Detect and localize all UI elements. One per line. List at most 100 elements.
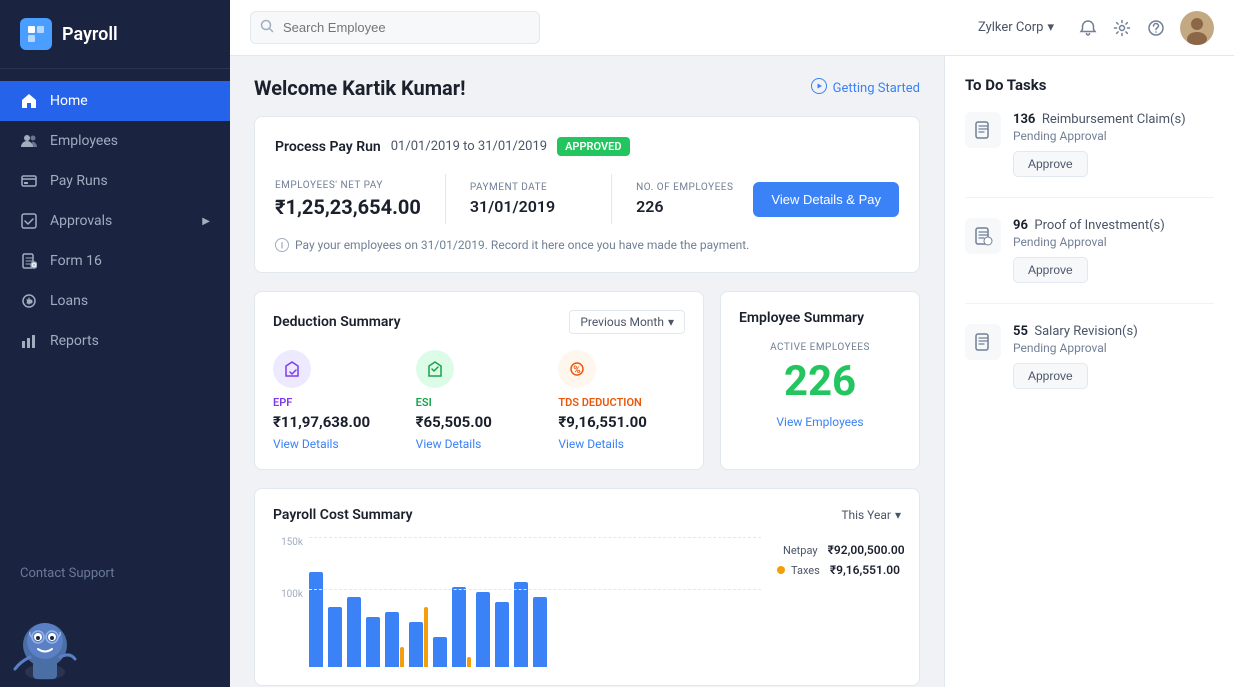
- bar-netpay-9: [495, 602, 509, 667]
- sidebar-item-approvals[interactable]: Approvals ▶: [0, 201, 230, 241]
- bar-netpay-0: [309, 572, 323, 667]
- settings-icon[interactable]: [1112, 18, 1132, 38]
- todo-item-salary: 55 Salary Revision(s) Pending Approval A…: [965, 324, 1214, 409]
- sidebar-item-home-label: Home: [50, 93, 88, 109]
- deduction-header: Deduction Summary Previous Month ▾: [273, 310, 685, 334]
- deduction-card: Deduction Summary Previous Month ▾ EP: [254, 291, 704, 470]
- main-area: Zylker Corp ▾ Welcome Kartik Kumar!: [230, 0, 1234, 687]
- tds-label: TDS DEDUCTION: [558, 396, 685, 409]
- payrun-dates: 01/01/2019 to 31/01/2019: [391, 139, 547, 154]
- contact-support[interactable]: Contact Support: [0, 550, 230, 597]
- active-employees-label: ACTIVE EMPLOYEES: [739, 342, 901, 353]
- reimbursement-icon: [965, 112, 1001, 148]
- investment-sub: Pending Approval: [1013, 235, 1214, 249]
- investment-approve-button[interactable]: Approve: [1013, 257, 1088, 283]
- reimbursement-approve-button[interactable]: Approve: [1013, 151, 1088, 177]
- payruns-icon: [20, 172, 38, 190]
- search-container: [250, 11, 540, 44]
- year-selector[interactable]: This Year ▾: [841, 508, 901, 522]
- bar-group-4: [385, 612, 404, 667]
- payrun-net-pay: EMPLOYEES' NET PAY ₹1,25,23,654.00: [275, 180, 421, 219]
- todo-text-reimbursement: 136 Reimbursement Claim(s): [1013, 112, 1214, 127]
- netpay-legend-label: Netpay: [783, 544, 818, 557]
- salary-count: 55: [1013, 324, 1028, 339]
- bar-netpay-7: [452, 587, 466, 667]
- epf-value: ₹11,97,638.00: [273, 413, 400, 431]
- avatar[interactable]: [1180, 11, 1214, 45]
- sidebar-item-home[interactable]: Home: [0, 81, 230, 121]
- bar-group-5: [409, 607, 428, 667]
- sidebar-item-payruns[interactable]: Pay Runs: [0, 161, 230, 201]
- app-title: Payroll: [62, 24, 118, 45]
- payrun-details: EMPLOYEES' NET PAY ₹1,25,23,654.00 PAYME…: [275, 174, 899, 224]
- sidebar-item-reports-label: Reports: [50, 333, 99, 349]
- epf-label: EPF: [273, 396, 400, 409]
- salary-approve-button[interactable]: Approve: [1013, 363, 1088, 389]
- payrun-payment-date: PAYMENT DATE 31/01/2019: [470, 182, 587, 216]
- esi-view-details-link[interactable]: View Details: [416, 437, 543, 451]
- bar-group-1: [328, 607, 342, 667]
- cost-header: Payroll Cost Summary This Year ▾: [273, 507, 901, 523]
- loans-icon: [20, 292, 38, 310]
- tds-view-details-link[interactable]: View Details: [558, 437, 685, 451]
- employees-icon: [20, 132, 38, 150]
- legend-taxes: Taxes ₹9,16,551.00: [777, 563, 901, 577]
- reimbursement-sub: Pending Approval: [1013, 129, 1214, 143]
- net-pay-value: ₹1,25,23,654.00: [275, 195, 421, 219]
- sidebar: Payroll Home Employees Pay Runs Approval…: [0, 0, 230, 687]
- search-input[interactable]: [250, 11, 540, 44]
- bar-netpay-3: [366, 617, 380, 667]
- cost-chart: 150k 100k: [273, 537, 901, 667]
- bar-group-3: [366, 617, 380, 667]
- epf-icon-wrap: [273, 350, 311, 388]
- month-selector[interactable]: Previous Month ▾: [569, 310, 685, 334]
- epf-view-details-link[interactable]: View Details: [273, 437, 400, 451]
- content: Welcome Kartik Kumar! Getting Started Pr…: [230, 56, 1234, 687]
- view-details-pay-button[interactable]: View Details & Pay: [753, 182, 899, 217]
- company-selector[interactable]: Zylker Corp ▾: [978, 20, 1054, 35]
- todo-title: To Do Tasks: [965, 76, 1214, 94]
- topbar-icons: [1078, 11, 1214, 45]
- sidebar-item-employees-label: Employees: [50, 133, 118, 149]
- reimbursement-count: 136: [1013, 112, 1035, 127]
- chart-bars-area: [309, 537, 761, 667]
- legend-netpay: Netpay ₹92,00,500.00: [777, 543, 901, 557]
- salary-sub: Pending Approval: [1013, 341, 1214, 355]
- notification-icon[interactable]: [1078, 18, 1098, 38]
- chevron-down-icon: ▾: [668, 315, 674, 329]
- sidebar-item-form16[interactable]: Form 16: [0, 241, 230, 281]
- bar-netpay-6: [433, 637, 447, 667]
- bar-netpay-8: [476, 592, 490, 667]
- help-icon[interactable]: [1146, 18, 1166, 38]
- taxes-legend-dot: [777, 566, 785, 574]
- investment-label: Proof of Investment(s): [1034, 218, 1164, 233]
- payrun-card: Process Pay Run 01/01/2019 to 31/01/2019…: [254, 116, 920, 273]
- approvals-icon: [20, 212, 38, 230]
- bar-taxes-4: [400, 647, 404, 667]
- payroll-cost-card: Payroll Cost Summary This Year ▾ 150k 10…: [254, 488, 920, 686]
- bar-netpay-11: [533, 597, 547, 667]
- payment-date-label: PAYMENT DATE: [470, 182, 587, 193]
- topbar: Zylker Corp ▾: [230, 0, 1234, 56]
- company-name: Zylker Corp: [978, 20, 1044, 35]
- salary-label: Salary Revision(s): [1034, 324, 1137, 339]
- grid-label-100k: 100k: [281, 589, 303, 600]
- getting-started-link[interactable]: Getting Started: [811, 78, 920, 98]
- todo-item-reimbursement: 136 Reimbursement Claim(s) Pending Appro…: [965, 112, 1214, 198]
- tds-value: ₹9,16,551.00: [558, 413, 685, 431]
- bars-container: [309, 537, 761, 667]
- cost-title: Payroll Cost Summary: [273, 507, 413, 523]
- main-content: Welcome Kartik Kumar! Getting Started Pr…: [230, 56, 944, 687]
- sidebar-item-approvals-label: Approvals: [50, 213, 112, 229]
- sidebar-item-loans[interactable]: Loans: [0, 281, 230, 321]
- month-filter-label: Previous Month: [580, 315, 664, 329]
- todo-body-salary: 55 Salary Revision(s) Pending Approval A…: [1013, 324, 1214, 389]
- sidebar-item-employees[interactable]: Employees: [0, 121, 230, 161]
- view-employees-link[interactable]: View Employees: [739, 415, 901, 429]
- mascot: [0, 597, 230, 687]
- sidebar-item-reports[interactable]: Reports: [0, 321, 230, 361]
- right-panel: To Do Tasks 136 Reimbursement Claim(s) P…: [944, 56, 1234, 687]
- payrun-title: Process Pay Run: [275, 139, 381, 155]
- deduction-title: Deduction Summary: [273, 314, 401, 330]
- bar-group-2: [347, 597, 361, 667]
